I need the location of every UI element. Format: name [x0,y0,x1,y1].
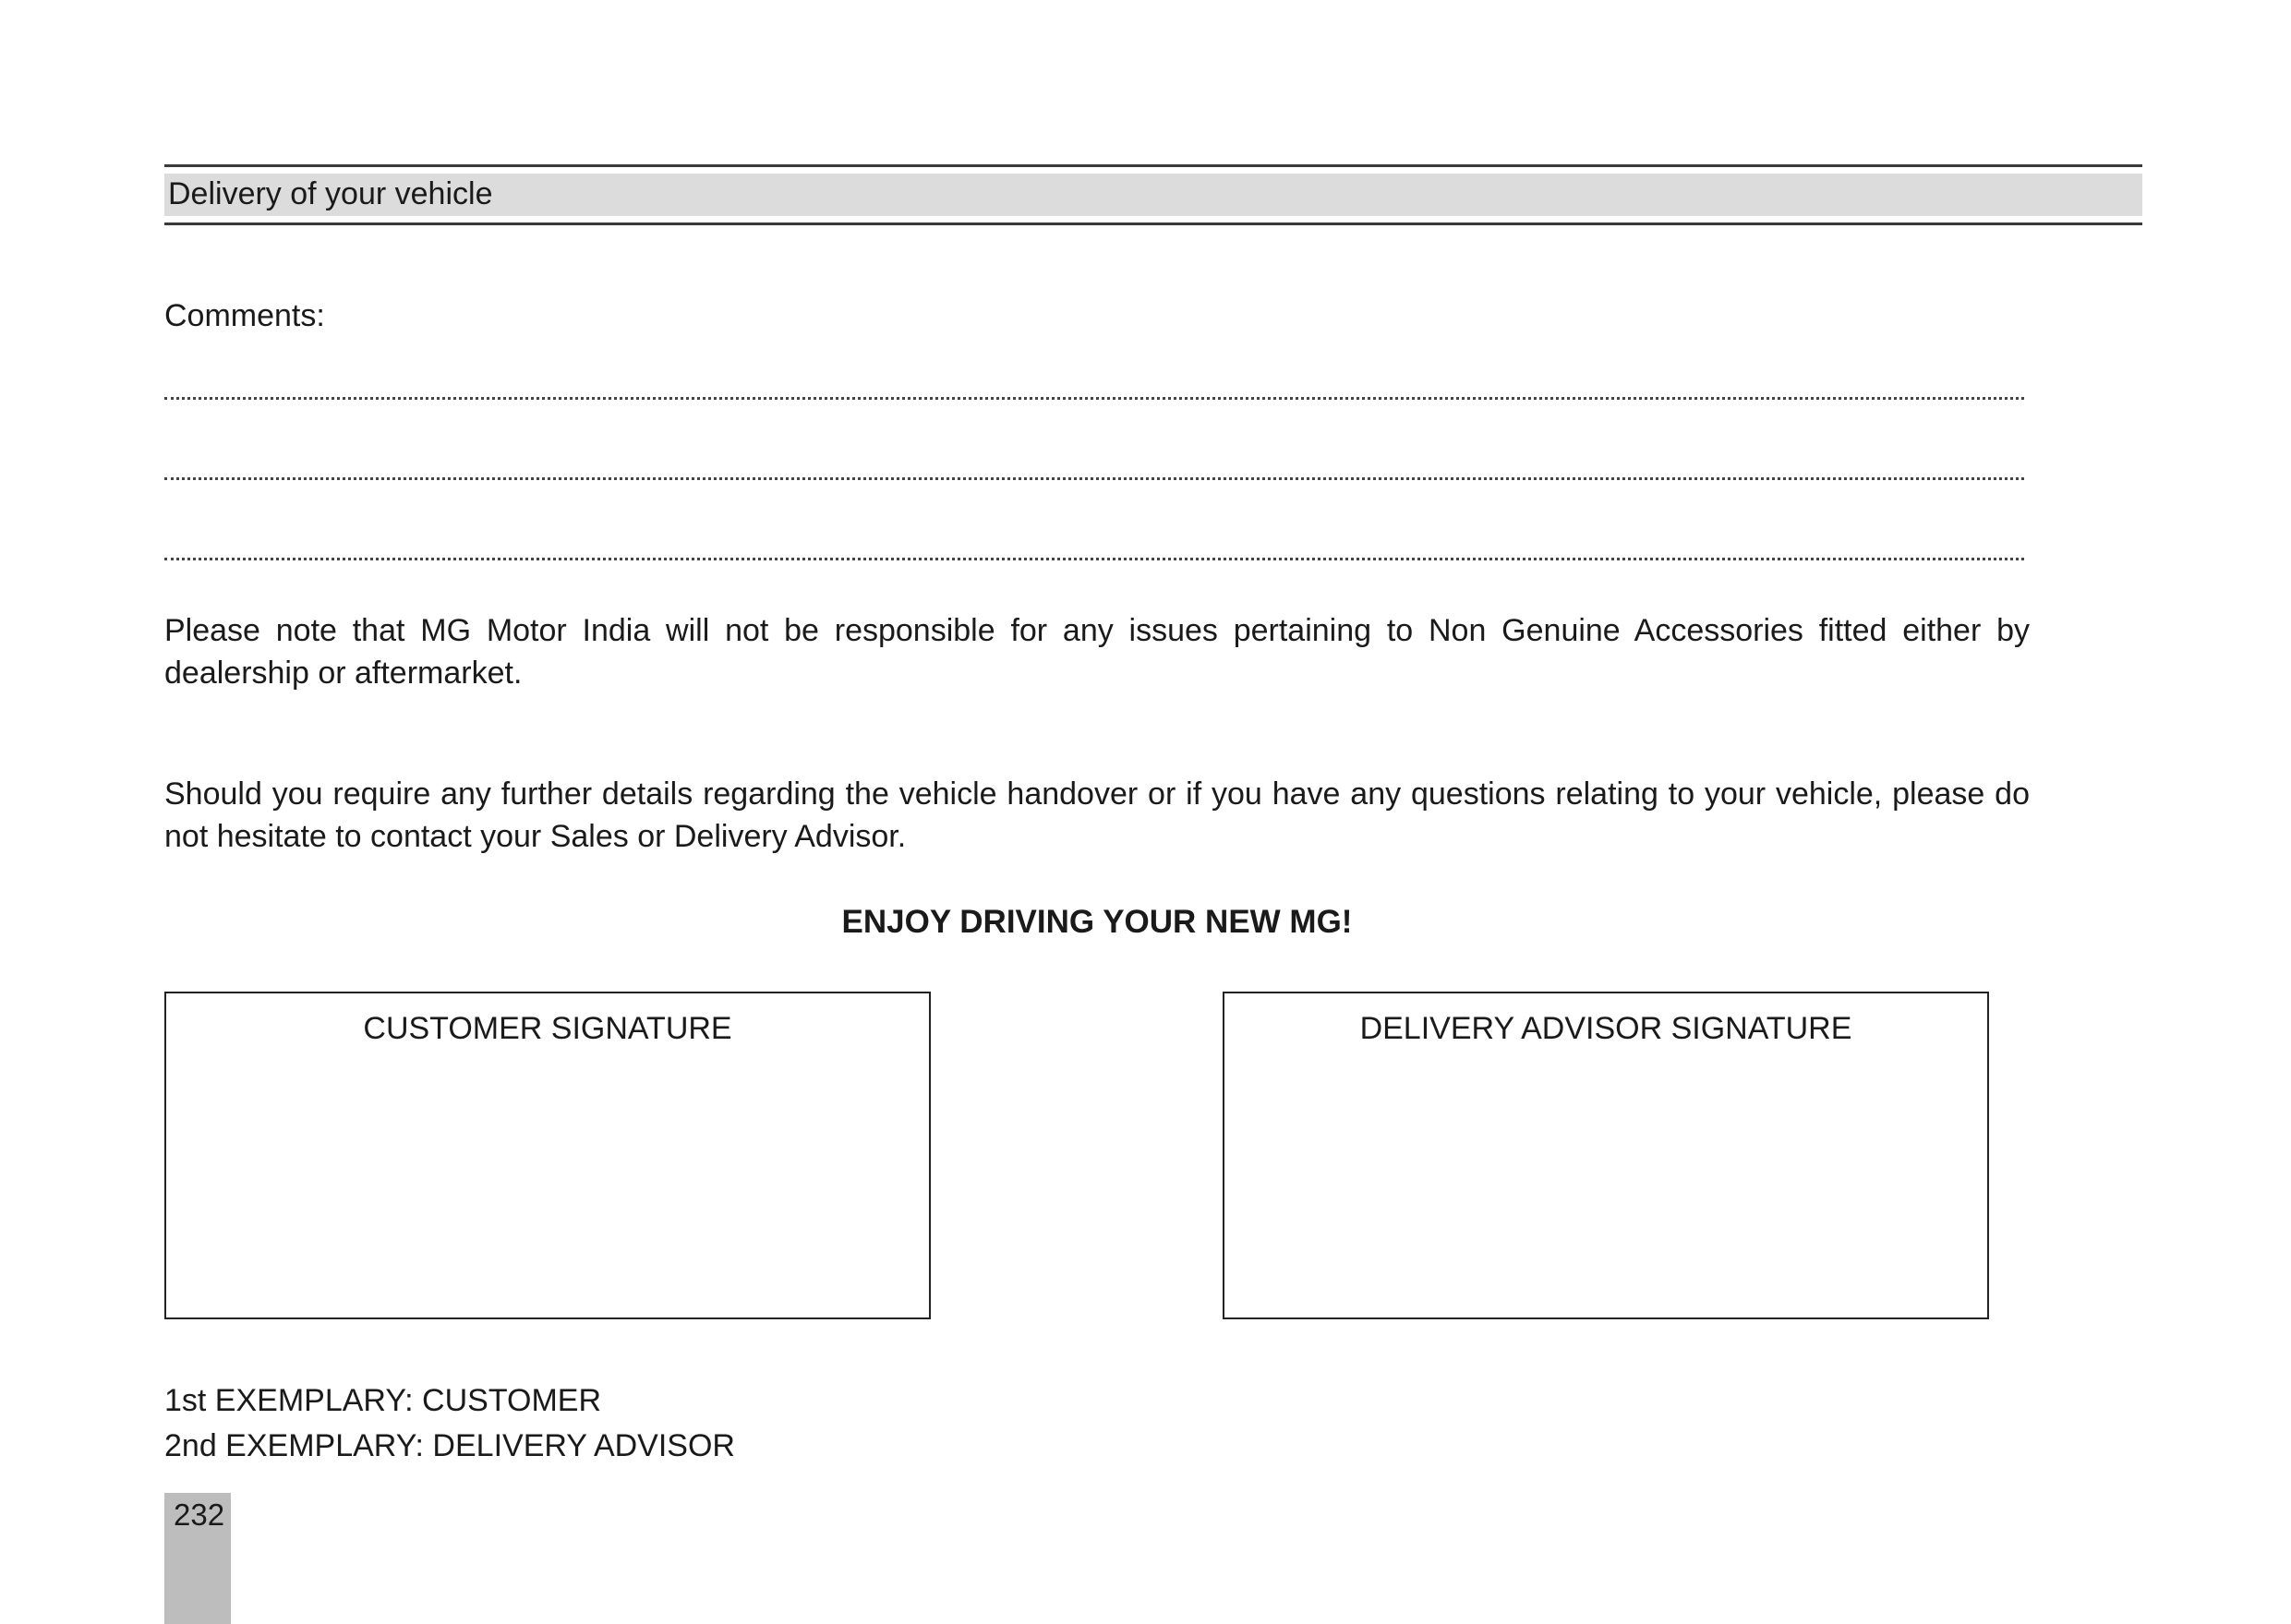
section-header: Delivery of your vehicle [164,164,2142,225]
page-number-tab: 232 [164,1493,231,1624]
comment-line-1[interactable] [164,397,2024,400]
closing-message: ENJOY DRIVING YOUR NEW MG! [841,904,1353,940]
first-exemplary: 1st EXEMPLARY: CUSTOMER [164,1383,601,1418]
advisor-signature-label: DELIVERY ADVISOR SIGNATURE [1359,1011,1852,1046]
advisor-signature-box[interactable]: DELIVERY ADVISOR SIGNATURE [1223,992,1989,1319]
section-title: Delivery of your vehicle [168,176,493,211]
comment-line-2[interactable] [164,477,2024,480]
page-number: 232 [174,1498,225,1532]
customer-signature-label: CUSTOMER SIGNATURE [363,1011,732,1046]
contact-note: Should you require any further details r… [164,776,2030,854]
second-exemplary: 2nd EXEMPLARY: DELIVERY ADVISOR [164,1428,735,1463]
comment-line-3[interactable] [164,558,2024,560]
comments-label: Comments: [164,298,325,333]
customer-signature-box[interactable]: CUSTOMER SIGNATURE [164,992,931,1319]
accessories-note: Please note that MG Motor India will not… [164,613,2030,691]
